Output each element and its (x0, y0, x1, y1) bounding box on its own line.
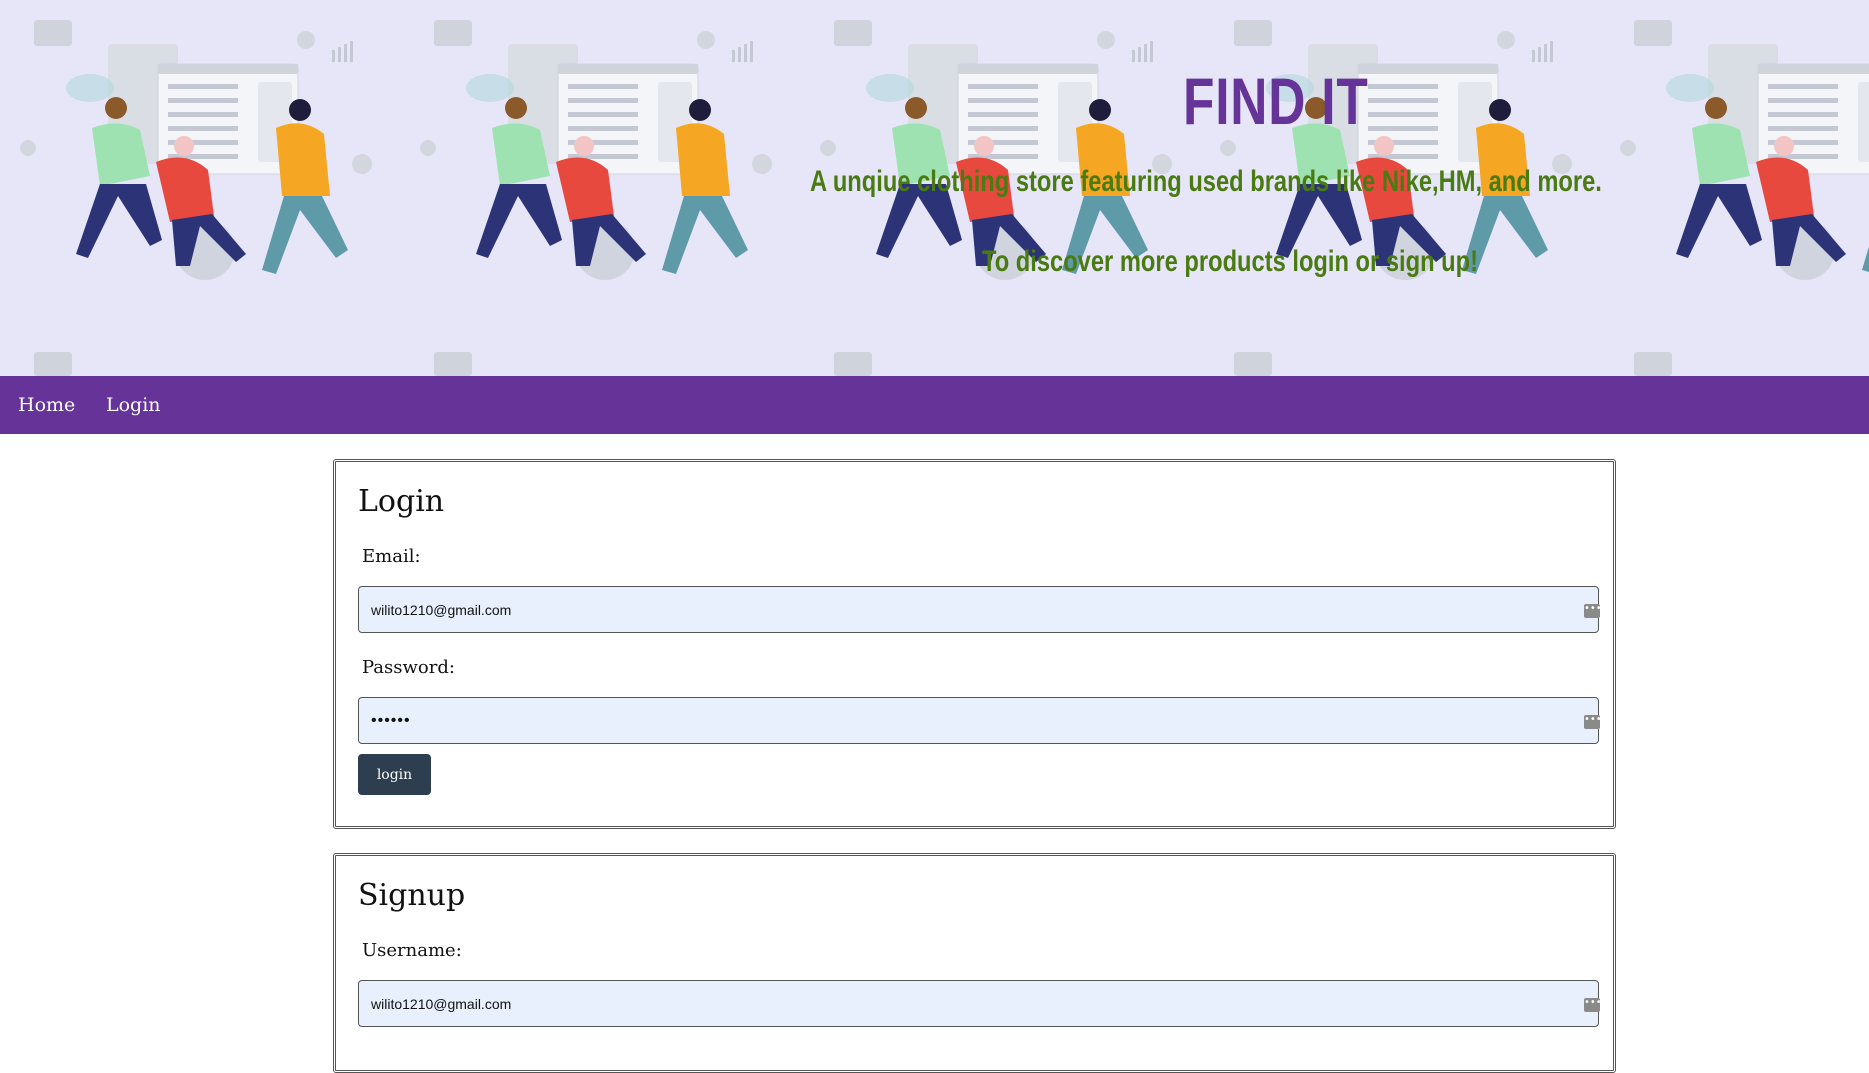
login-card: Login Email: ••• Password: ••• login (333, 459, 1616, 829)
signup-title: Signup (358, 878, 466, 913)
autofill-icon[interactable]: ••• (1584, 998, 1602, 1012)
login-button[interactable]: login (358, 754, 431, 795)
hero-banner: FIND IT A unqiue clothing store featurin… (0, 0, 1869, 376)
username-input[interactable] (358, 980, 1599, 1027)
main-navbar: Home Login (0, 376, 1869, 434)
banner-cta: To discover more products login or sign … (982, 245, 1478, 278)
nav-home-link[interactable]: Home (18, 394, 75, 416)
email-input[interactable] (358, 586, 1599, 633)
brand-title: FIND IT (1183, 64, 1369, 138)
email-label: Email: (362, 546, 421, 567)
autofill-icon[interactable]: ••• (1584, 604, 1602, 618)
signup-card: Signup Username: ••• (333, 853, 1616, 1073)
login-title: Login (358, 484, 445, 519)
password-label: Password: (362, 657, 455, 678)
password-input[interactable] (358, 697, 1599, 744)
banner-tagline: A unqiue clothing store featuring used b… (810, 165, 1602, 198)
username-label: Username: (362, 940, 462, 961)
nav-login-link[interactable]: Login (106, 394, 161, 416)
autofill-icon[interactable]: ••• (1584, 715, 1602, 729)
